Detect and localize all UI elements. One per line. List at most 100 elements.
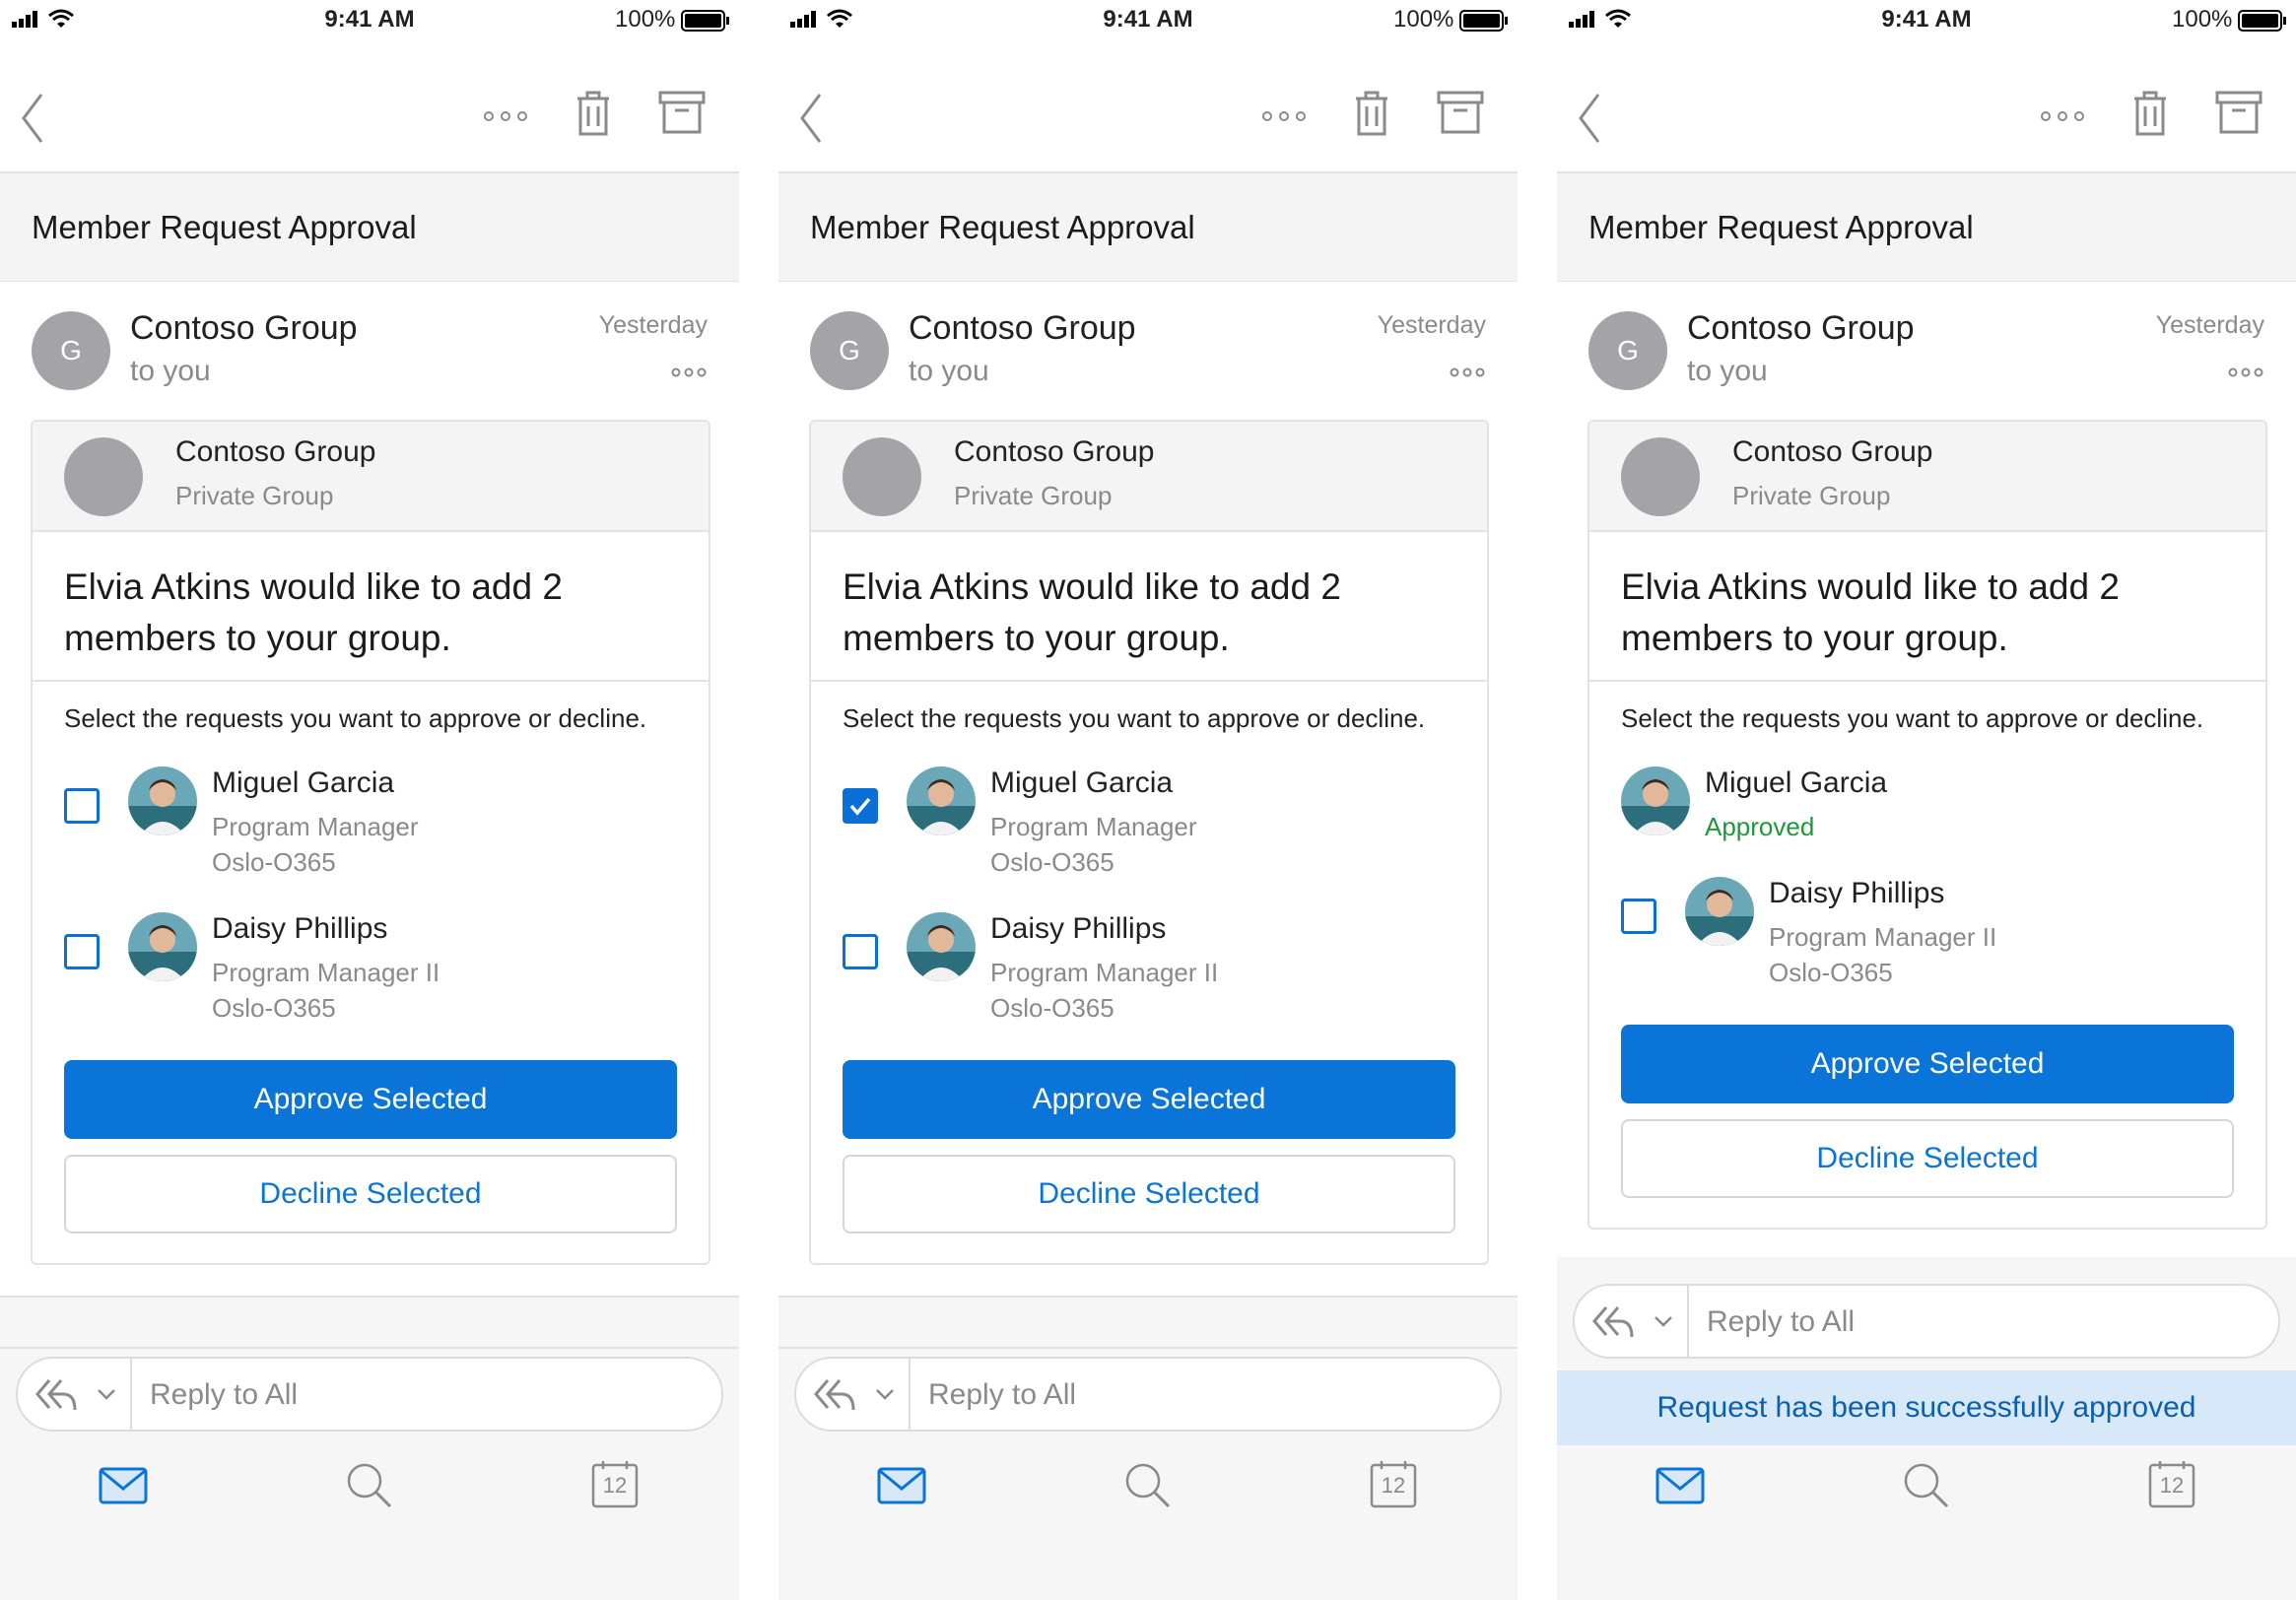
trash-icon[interactable] (2130, 89, 2170, 138)
sender-avatar[interactable]: G (810, 311, 889, 390)
daisy-name: Daisy Phillips (1769, 877, 1945, 909)
daisy-title: Program Manager II (990, 958, 1219, 987)
approve-selected-button[interactable]: Approve Selected (1621, 1025, 2234, 1103)
message-more-icon[interactable] (670, 367, 708, 378)
reply-input[interactable]: Reply to All (1707, 1305, 1855, 1339)
sender-name[interactable]: Contoso Group (130, 309, 358, 348)
decline-selected-button[interactable]: Decline Selected (1621, 1119, 2234, 1198)
reply-bar[interactable]: Reply to All (794, 1357, 1502, 1432)
miguel-checkbox[interactable] (64, 788, 100, 824)
group-type: Private Group (1732, 481, 1891, 510)
email-subject: Member Request Approval (1588, 209, 1974, 245)
reply-input[interactable]: Reply to All (150, 1378, 298, 1412)
daisy-location: Oslo-O365 (990, 993, 1114, 1023)
approval-card: Contoso Group Private Group Elvia Atkins… (31, 420, 710, 1265)
reply-all-icon[interactable] (1590, 1301, 1636, 1341)
battery-percent: 100% (1393, 6, 1454, 33)
daisy-checkbox[interactable] (64, 934, 100, 969)
miguel-location: Oslo-O365 (212, 847, 336, 877)
reply-all-icon[interactable] (34, 1374, 79, 1414)
more-options-icon[interactable] (1259, 108, 1309, 124)
daisy-avatar (128, 912, 197, 981)
card-divider (811, 680, 1487, 682)
sender-avatar[interactable]: G (32, 311, 110, 390)
approve-selected-button[interactable]: Approve Selected (843, 1060, 1455, 1139)
search-icon[interactable] (345, 1461, 392, 1508)
daisy-location: Oslo-O365 (1769, 958, 1893, 987)
approval-card: Contoso Group Private Group Elvia Atkins… (1587, 420, 2267, 1230)
archive-icon[interactable] (658, 91, 706, 134)
more-options-icon[interactable] (481, 108, 530, 124)
reply-separator (1687, 1286, 1689, 1357)
reply-bar[interactable]: Reply to All (16, 1357, 723, 1432)
archive-icon[interactable] (2215, 91, 2262, 134)
daisy-name: Daisy Phillips (990, 912, 1167, 945)
card-divider (33, 680, 709, 682)
chevron-down-icon[interactable] (97, 1388, 116, 1400)
battery-icon (1459, 10, 1508, 32)
approve-selected-button[interactable]: Approve Selected (64, 1060, 677, 1139)
trash-icon[interactable] (574, 89, 613, 138)
miguel-title: Program Manager (212, 812, 419, 841)
search-icon[interactable] (1902, 1461, 1949, 1508)
bottom-area: Reply to All Request has been successful… (1557, 1257, 2296, 1600)
trash-icon[interactable] (1352, 89, 1391, 138)
mail-icon[interactable] (1655, 1467, 1705, 1504)
sender-avatar[interactable]: G (1588, 311, 1667, 390)
back-icon[interactable] (18, 91, 47, 146)
daisy-title: Program Manager II (1769, 922, 1997, 952)
tab-bar: 12 (1557, 1449, 2296, 1548)
miguel-location: Oslo-O365 (990, 847, 1114, 877)
subject-bar: Member Request Approval (1557, 173, 2296, 282)
group-name: Contoso Group (1732, 435, 1933, 468)
recipient-line: to you (909, 355, 989, 387)
back-icon[interactable] (796, 91, 826, 146)
card-headline: Elvia Atkins would like to add 2 members… (1621, 567, 2120, 658)
subject-bar: Member Request Approval (778, 173, 1518, 282)
daisy-checkbox[interactable] (843, 934, 878, 969)
more-options-icon[interactable] (2038, 108, 2087, 124)
message-more-icon[interactable] (2227, 367, 2264, 378)
daisy-name: Daisy Phillips (212, 912, 388, 945)
miguel-name: Miguel Garcia (1705, 767, 1888, 799)
message-toolbar (0, 61, 739, 171)
daisy-checkbox[interactable] (1621, 899, 1656, 934)
decline-selected-button[interactable]: Decline Selected (64, 1155, 677, 1233)
message-more-icon[interactable] (1449, 367, 1486, 378)
reply-bar[interactable]: Reply to All (1573, 1284, 2280, 1359)
reply-divider (0, 1347, 739, 1349)
request-row-daisy: Daisy Phillips Program Manager II Oslo-O… (1589, 877, 2265, 987)
tab-bar: 12 (0, 1449, 739, 1548)
status-bar: 9:41 AM 100% (0, 0, 739, 39)
calendar-day: 12 (1381, 1473, 1406, 1498)
sender-name[interactable]: Contoso Group (1687, 309, 1915, 348)
group-avatar (64, 437, 143, 516)
mail-icon[interactable] (877, 1467, 926, 1504)
card-divider (1589, 680, 2265, 682)
calendar-day: 12 (2159, 1473, 2185, 1498)
search-icon[interactable] (1123, 1461, 1171, 1508)
phone-screen-selected: 9:41 AM 100% Member Request Approval G C… (778, 0, 1518, 1600)
reply-input[interactable]: Reply to All (928, 1378, 1076, 1412)
chevron-down-icon[interactable] (1654, 1315, 1673, 1327)
mail-icon[interactable] (99, 1467, 148, 1504)
card-headline: Elvia Atkins would like to add 2 members… (843, 567, 1341, 658)
decline-selected-button[interactable]: Decline Selected (843, 1155, 1455, 1233)
battery-icon (2238, 10, 2286, 32)
email-subject: Member Request Approval (810, 209, 1195, 245)
reply-all-icon[interactable] (812, 1374, 857, 1414)
daisy-location: Oslo-O365 (212, 993, 336, 1023)
miguel-checkbox[interactable] (843, 788, 878, 824)
archive-icon[interactable] (1437, 91, 1484, 134)
subject-bar: Member Request Approval (0, 173, 739, 282)
reply-separator (909, 1359, 911, 1430)
message-toolbar (778, 61, 1518, 171)
sender-name[interactable]: Contoso Group (909, 309, 1136, 348)
miguel-name: Miguel Garcia (990, 767, 1174, 799)
chevron-down-icon[interactable] (875, 1388, 895, 1400)
message-toolbar (1557, 61, 2296, 171)
approval-card: Contoso Group Private Group Elvia Atkins… (809, 420, 1489, 1265)
back-icon[interactable] (1575, 91, 1604, 146)
battery-icon (681, 10, 729, 32)
success-toast: Request has been successfully approved (1557, 1370, 2296, 1445)
